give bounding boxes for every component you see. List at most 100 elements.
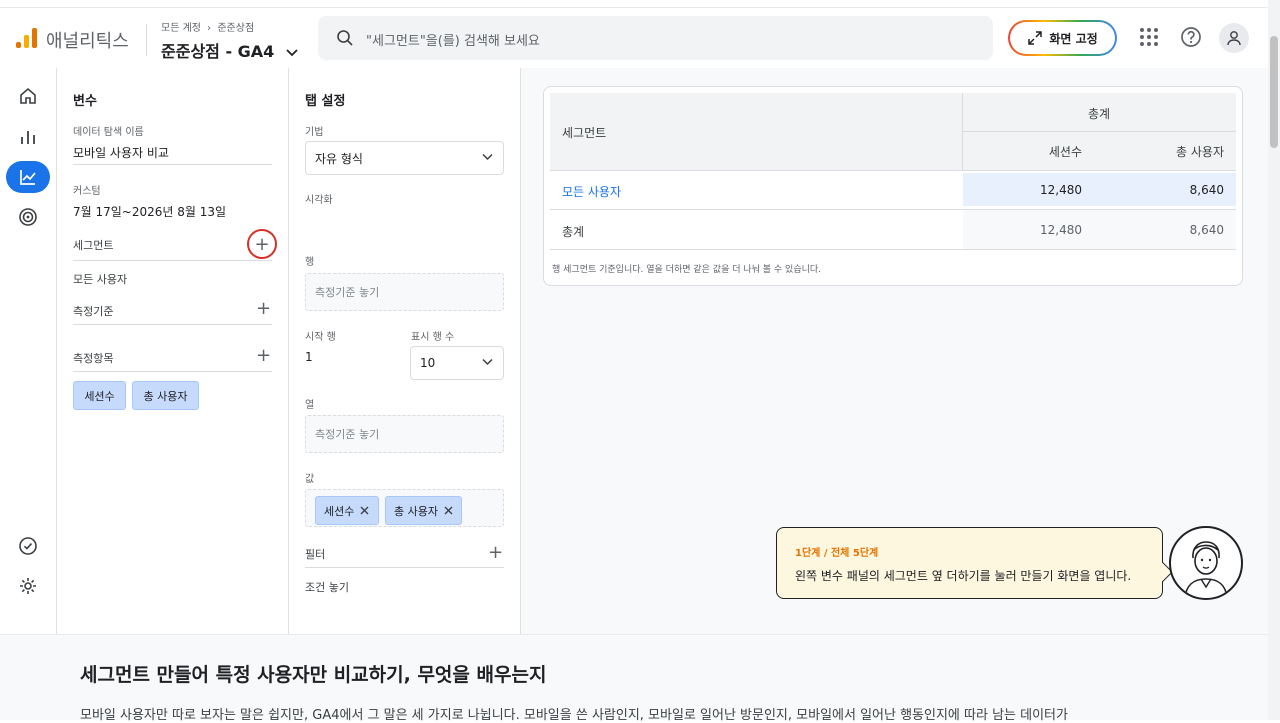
- gear-icon: [20, 578, 36, 594]
- nav-insights[interactable]: [6, 530, 50, 562]
- exploration-name-label: 데이터 탐색 이름: [73, 127, 144, 138]
- search-icon: [337, 30, 353, 46]
- segments-label: 세그먼트: [73, 239, 114, 252]
- check-circle-icon: [19, 537, 37, 555]
- chevron-down-icon: [482, 356, 493, 369]
- add-segment-button[interactable]: +: [247, 229, 277, 259]
- columns-label: 열: [305, 400, 315, 411]
- add-metric-button[interactable]: +: [256, 347, 271, 365]
- show-rows-label: 표시 행 수: [411, 332, 455, 343]
- filters-dropzone[interactable]: 조건 놓기: [305, 579, 349, 595]
- page-scrollbar[interactable]: [1268, 0, 1280, 720]
- tooltip-message: 왼쪽 변수 패널의 세그먼트 옆 더하기를 눌러 만들기 화면을 엽니다.: [795, 569, 1132, 583]
- lesson-body: 모바일 사용자만 따로 보자는 말은 쉽지만, GA4에서 그 말은 세 가지로…: [80, 708, 1068, 723]
- date-range-selector[interactable]: 7월 17일~2026년 8월 13일: [73, 203, 226, 220]
- cell-total-users: 8,640: [1189, 183, 1224, 197]
- pin-screen-label: 화면 고정: [1049, 31, 1098, 46]
- total-users-column-header[interactable]: 총 사용자: [1090, 143, 1224, 160]
- person-icon: [1227, 31, 1241, 46]
- breadcrumb-account[interactable]: 모든 계정: [161, 23, 201, 34]
- rows-dropzone[interactable]: 측정기준 놓기: [305, 273, 504, 311]
- cell-total-users: 8,640: [1189, 223, 1224, 237]
- app-header: 애널리틱스 모든 계정 › 준준상점 준준상점 - GA4 "세그먼트"을(를)…: [0, 8, 1268, 66]
- filters-underline: [305, 567, 504, 568]
- segments-underline: [73, 260, 272, 261]
- nav-home[interactable]: [6, 80, 50, 112]
- columns-dropzone[interactable]: 측정기준 놓기: [305, 415, 504, 453]
- nav-admin[interactable]: [6, 570, 50, 602]
- header-divider: [146, 24, 147, 56]
- add-filter-button[interactable]: +: [488, 544, 503, 562]
- property-name: 준준상점 - GA4: [161, 42, 275, 61]
- visualization-label: 시각화: [305, 195, 333, 206]
- table-footnote: 행 세그먼트 기준입니다. 열을 더하면 같은 값을 더 나눠 볼 수 있습니다…: [552, 265, 822, 275]
- date-range-label: 커스텀: [73, 186, 101, 197]
- row-label-all-users[interactable]: 모든 사용자: [562, 183, 621, 200]
- help-icon[interactable]: [1180, 26, 1202, 48]
- total-group-header: 총계: [1087, 107, 1111, 121]
- technique-value: 자유 형식: [315, 151, 363, 166]
- segment-column-header: 세그먼트: [562, 126, 607, 140]
- variables-panel: 변수 데이터 탐색 이름 모바일 사용자 비교 커스텀 7월 17일~2026년…: [57, 68, 289, 634]
- variables-title: 변수: [73, 94, 97, 109]
- name-underline: [73, 164, 272, 165]
- breadcrumb[interactable]: 모든 계정 › 준준상점: [161, 19, 254, 34]
- guide-tooltip: 1단계 / 전체 5단계 왼쪽 변수 패널의 세그먼트 옆 더하기를 눌러 만들…: [776, 527, 1173, 599]
- mascot-illustration-icon: [1184, 541, 1228, 598]
- header-subdivider: [962, 131, 1236, 132]
- breadcrumb-separator: ›: [207, 23, 212, 34]
- start-row-field[interactable]: 1: [305, 350, 313, 364]
- breadcrumb-property[interactable]: 준준상점: [217, 23, 254, 34]
- cell-sessions: 12,480: [1040, 183, 1082, 197]
- pin-screen-button[interactable]: 화면 고정: [1008, 20, 1117, 56]
- search-bar[interactable]: "세그먼트"을(를) 검색해 보세요: [318, 16, 993, 60]
- app-name[interactable]: 애널리틱스: [46, 27, 129, 53]
- scrollbar-thumb[interactable]: [1270, 36, 1278, 148]
- chevron-down-icon: [286, 42, 298, 61]
- nav-reports[interactable]: [6, 121, 50, 153]
- search-placeholder: "세그먼트"을(를) 검색해 보세요: [366, 34, 540, 49]
- target-icon: [19, 208, 37, 226]
- technique-select[interactable]: 자유 형식: [305, 141, 504, 175]
- account-avatar[interactable]: [1219, 23, 1249, 53]
- explore-chart-icon: [20, 170, 36, 185]
- apps-grid-icon[interactable]: [1138, 26, 1160, 48]
- tab-settings-panel: 탭 설정 기법 자유 형식 시각화 행 측정기준 놓기 시작 행 1 표시 행 …: [289, 68, 521, 634]
- show-rows-value: 10: [420, 356, 436, 370]
- value-chip-sessions-label: 세션수: [324, 504, 355, 518]
- value-chip-total-users[interactable]: 총 사용자: [385, 496, 462, 525]
- metrics-label: 측정항목: [73, 352, 114, 365]
- row-divider: [550, 249, 1236, 250]
- lesson-intro: 세그먼트 만들어 특정 사용자만 비교하기, 무엇을 배우는지 모바일 사용자만…: [0, 634, 1268, 723]
- filters-label: 필터: [305, 548, 326, 561]
- analytics-logo-icon[interactable]: [16, 28, 38, 48]
- dimensions-underline: [73, 324, 272, 325]
- row-divider: [550, 170, 1236, 171]
- technique-label: 기법: [305, 127, 324, 138]
- property-selector[interactable]: 준준상점 - GA4: [161, 38, 298, 62]
- expand-icon: [1028, 31, 1043, 45]
- metric-chip-total-users[interactable]: 총 사용자: [132, 381, 199, 410]
- add-dimension-button[interactable]: +: [256, 300, 271, 318]
- sessions-column-header[interactable]: 세션수: [962, 143, 1082, 160]
- exploration-name-field[interactable]: 모바일 사용자 비교: [73, 144, 169, 161]
- value-chip-sessions[interactable]: 세션수: [315, 496, 379, 525]
- close-icon[interactable]: [360, 506, 369, 515]
- tab-settings-title: 탭 설정: [305, 94, 346, 109]
- value-chip-total-users-label: 총 사용자: [394, 504, 438, 518]
- start-row-label: 시작 행: [305, 332, 336, 343]
- nav-advertising[interactable]: [6, 201, 50, 233]
- home-icon: [20, 87, 36, 104]
- dimensions-label: 측정기준: [73, 305, 114, 318]
- row-label-total: 총계: [562, 225, 585, 239]
- segment-item[interactable]: 모든 사용자: [73, 271, 127, 287]
- metric-chip-sessions[interactable]: 세션수: [73, 381, 126, 410]
- close-icon[interactable]: [444, 506, 453, 515]
- show-rows-select[interactable]: 10: [410, 346, 504, 380]
- rows-label: 행: [305, 257, 315, 268]
- chevron-down-icon: [482, 151, 493, 164]
- bar-chart-icon: [21, 131, 35, 144]
- guide-mascot: [1169, 526, 1243, 600]
- nav-explore[interactable]: [6, 161, 50, 193]
- metrics-underline: [73, 371, 272, 372]
